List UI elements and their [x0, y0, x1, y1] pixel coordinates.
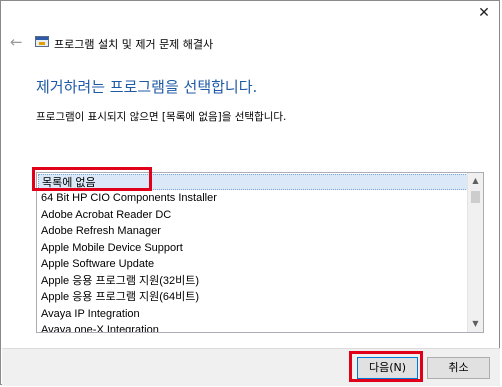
list-item[interactable]: 64 Bit HP CIO Components Installer	[41, 190, 217, 206]
list-item[interactable]: Apple 응용 프로그램 지원(64비트)	[41, 289, 199, 305]
troubleshooter-app-icon	[35, 36, 49, 47]
close-icon: ✕	[478, 5, 490, 21]
list-scrollbar[interactable]: ▲ ▼	[467, 173, 483, 332]
scroll-down-arrow-icon[interactable]: ▼	[468, 316, 483, 332]
back-button[interactable]: ←	[10, 33, 23, 51]
scroll-up-arrow-icon[interactable]: ▲	[468, 173, 483, 189]
list-item[interactable]: Apple Mobile Device Support	[41, 240, 183, 256]
list-item[interactable]: Avaya one-X Integration	[41, 322, 159, 332]
button-bar: 다음(N) 취소	[2, 348, 500, 386]
cancel-button[interactable]: 취소	[427, 357, 490, 379]
window-title: 프로그램 설치 및 제거 문제 해결사	[54, 38, 214, 51]
list-item[interactable]: Adobe Refresh Manager	[41, 223, 161, 239]
list-item[interactable]: Adobe Acrobat Reader DC	[41, 207, 171, 223]
troubleshooter-window: ✕ ← 프로그램 설치 및 제거 문제 해결사 제거하려는 프로그램을 선택합니…	[0, 0, 500, 386]
program-list[interactable]: 목록에 없음 64 Bit HP CIO Components Installe…	[36, 172, 484, 333]
highlight-next-button	[349, 351, 423, 382]
page-heading: 제거하려는 프로그램을 선택합니다.	[36, 78, 258, 96]
highlight-not-listed	[32, 167, 152, 191]
list-item[interactable]: Apple Software Update	[41, 256, 154, 272]
list-item[interactable]: Avaya IP Integration	[41, 306, 140, 322]
list-item[interactable]: Apple 응용 프로그램 지원(32비트)	[41, 273, 199, 289]
close-button[interactable]: ✕	[475, 5, 493, 21]
instruction-text: 프로그램이 표시되지 않으면 [목록에 없음]을 선택합니다.	[36, 111, 287, 123]
scroll-thumb[interactable]	[471, 191, 480, 203]
back-arrow-icon: ←	[10, 33, 23, 51]
